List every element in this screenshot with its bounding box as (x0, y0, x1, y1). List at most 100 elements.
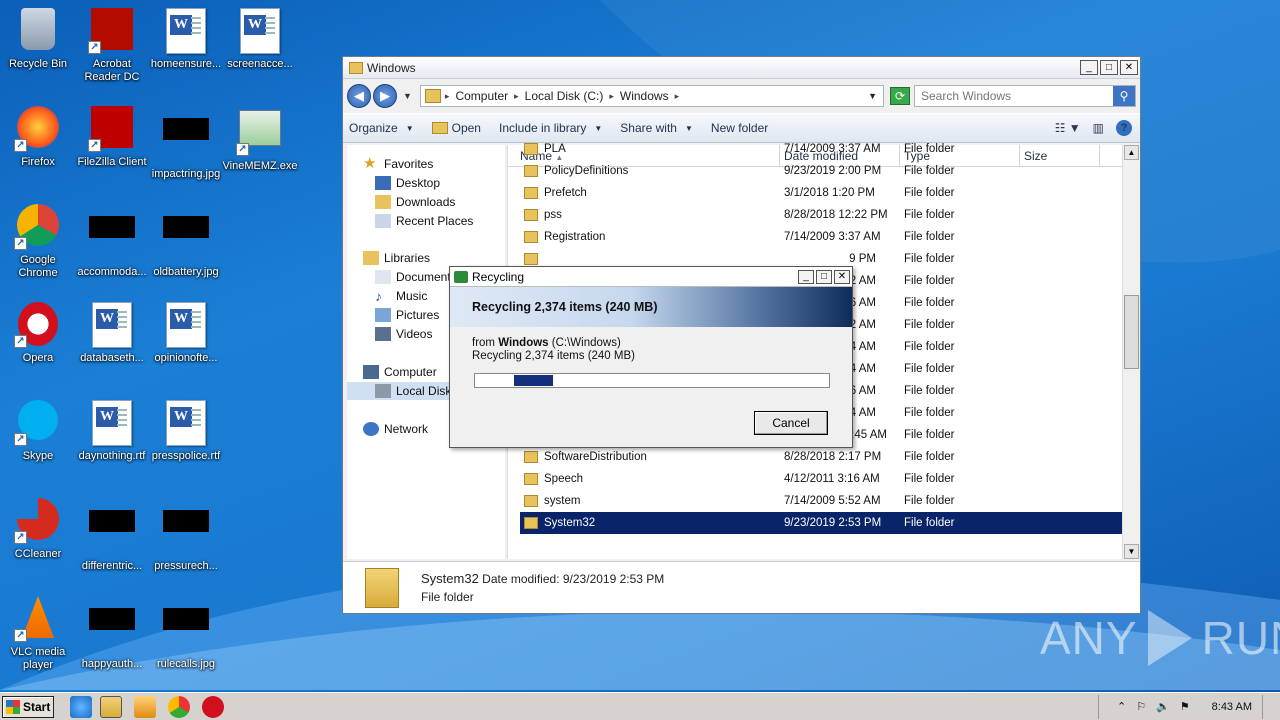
cancel-button[interactable]: Cancel (754, 411, 828, 435)
nav-videos[interactable]: Videos (375, 325, 432, 343)
table-row[interactable]: SoftwareDistribution 8/28/2018 2:17 PM Fil… (508, 446, 1124, 468)
include-in-library-button[interactable]: Include in library ▼ (499, 121, 602, 135)
start-button[interactable]: Start (2, 695, 54, 718)
desktop-icon-label: oldbattery.jpg (153, 266, 219, 278)
search-box[interactable]: ⚲ (914, 85, 1136, 107)
desktop-icon-databaseth[interactable]: Wdatabaseth... (74, 302, 150, 365)
organize-button[interactable]: Organize ▼ (349, 121, 414, 135)
table-row[interactable]: Registration 7/14/2009 3:37 AM File folder (508, 226, 1124, 248)
back-icon[interactable]: ◀ (347, 84, 371, 108)
explorer-taskbar-icon[interactable] (100, 695, 122, 718)
desktop-icon-opera[interactable]: ↗ Opera (0, 302, 76, 365)
scroll-down-icon[interactable]: ▼ (1124, 544, 1139, 559)
breadcrumb[interactable]: ▸ Computer ▸ Local Disk (C:) ▸ Windows ▸… (419, 85, 884, 107)
opera-taskbar-icon[interactable] (202, 695, 224, 718)
scrollbar-thumb[interactable] (1124, 295, 1139, 369)
ccleaner-icon: ↗ (14, 498, 62, 544)
nav-pictures[interactable]: Pictures (375, 306, 439, 324)
clock[interactable]: 8:43 AM (1212, 701, 1252, 713)
table-row[interactable]: system 7/14/2009 5:52 AM File folder (508, 490, 1124, 512)
nav-computer[interactable]: Computer (363, 363, 437, 381)
desktop-icon-happyauth[interactable]: happyauth... (74, 596, 150, 671)
details-pane: System32 Date modified: 9/23/2019 2:53 P… (343, 561, 1140, 613)
action-center-icon[interactable]: ⚐ (1136, 700, 1146, 713)
desktop-icon-opinionofte[interactable]: Wopinionofte... (148, 302, 224, 365)
dialog-minimize-button[interactable]: _ (798, 269, 814, 284)
desktop-icon-firefox[interactable]: ↗ Firefox (0, 106, 76, 169)
desktop-icon-vinememz-exe[interactable]: ↗ VineMEMZ.exe (222, 106, 298, 173)
share-with-button[interactable]: Share with ▼ (620, 121, 693, 135)
breadcrumb-windows[interactable]: Windows (620, 89, 669, 103)
recent-places-icon (375, 214, 391, 228)
desktop-icon-presspolice-rtf[interactable]: Wpresspolice.rtf (148, 400, 224, 463)
chrome-icon: ↗ (14, 204, 62, 250)
tray-expand-icon[interactable]: ⌃ (1117, 700, 1126, 713)
help-icon[interactable]: ? (1116, 120, 1132, 136)
recycling-dialog[interactable]: Recycling _ □ ✕ Recycling 2,374 items (2… (449, 266, 853, 448)
network-tray-icon[interactable]: ⚑ (1180, 700, 1190, 713)
desktop-icon-rulecalls-jpg[interactable]: rulecalls.jpg (148, 596, 224, 671)
cell-type: File folder (904, 165, 955, 177)
scroll-up-icon[interactable]: ▲ (1124, 145, 1139, 160)
desktop-icon-filezilla-client[interactable]: ↗ FileZilla Client (74, 106, 150, 169)
desktop-icon-daynothing-rtf[interactable]: Wdaynothing.rtf (74, 400, 150, 463)
ie-icon[interactable] (70, 695, 92, 718)
desktop-icon-impactring-jpg[interactable]: impactring.jpg (148, 106, 224, 181)
desktop-icon-google-chrome[interactable]: ↗ Google Chrome (0, 204, 76, 280)
nav-recent-places[interactable]: Recent Places (375, 212, 473, 230)
refresh-icon[interactable]: ⟳ (890, 87, 910, 105)
dialog-maximize-button[interactable]: □ (816, 269, 832, 284)
desktop-icon-vlc-media-player[interactable]: ↗ VLC media player (0, 596, 76, 672)
volume-icon[interactable]: 🔈 (1156, 700, 1170, 713)
chrome-taskbar-icon[interactable] (168, 695, 190, 718)
desktop-icon-differentric[interactable]: differentric... (74, 498, 150, 573)
nav-libraries[interactable]: Libraries (363, 249, 430, 267)
nav-music[interactable]: ♪ Music (375, 287, 427, 305)
dialog-close-button[interactable]: ✕ (834, 269, 850, 284)
desktop-icon-screenacce[interactable]: Wscreenacce... (222, 8, 298, 71)
table-row[interactable]: Prefetch 3/1/2018 1:20 PM File folder (508, 182, 1124, 204)
table-row[interactable]: PLA 7/14/2009 3:37 AM File folder (508, 138, 1124, 160)
shortcut-arrow-icon: ↗ (14, 433, 27, 446)
media-player-icon[interactable] (134, 695, 156, 718)
breadcrumb-computer[interactable]: Computer (455, 89, 508, 103)
desktop-icon-acrobat-reader-dc[interactable]: ↗ Acrobat Reader DC (74, 8, 150, 84)
nav-downloads[interactable]: Downloads (375, 193, 455, 211)
nav-documents[interactable]: Documents (375, 268, 457, 286)
opera-icon: ↗ (14, 302, 62, 348)
table-row[interactable]: PolicyDefinitions 9/23/2019 2:00 PM File f… (508, 160, 1124, 182)
table-row-selected[interactable]: System32 9/23/2019 2:53 PM File folder (520, 512, 1124, 534)
desktop-icon-homeensure[interactable]: Whomeensure... (148, 8, 224, 71)
desktop-icon-pressurech[interactable]: pressurech... (148, 498, 224, 573)
nav-favorites[interactable]: ★ Favorites (363, 155, 433, 173)
address-dropdown-icon[interactable]: ▼ (868, 91, 877, 101)
search-input[interactable] (915, 89, 1113, 103)
close-button[interactable]: ✕ (1120, 60, 1138, 75)
minimize-button[interactable]: _ (1080, 60, 1098, 75)
nav-desktop[interactable]: Desktop (375, 174, 440, 192)
vertical-scrollbar[interactable]: ▲ ▼ (1122, 145, 1139, 559)
desktop-icon-recycle-bin[interactable]: Recycle Bin (0, 8, 76, 71)
cell-type: File folder (904, 187, 955, 199)
history-dropdown-icon[interactable]: ▼ (403, 91, 412, 101)
desktop-icon-skype[interactable]: ↗ Skype (0, 400, 76, 463)
breadcrumb-local-disk[interactable]: Local Disk (C:) (525, 89, 604, 103)
table-row[interactable]: pss 8/28/2018 12:22 PM File folder (508, 204, 1124, 226)
maximize-button[interactable]: □ (1100, 60, 1118, 75)
desktop-icon-label: homeensure... (150, 58, 222, 70)
dialog-titlebar[interactable]: Recycling _ □ ✕ (450, 267, 852, 287)
open-button[interactable]: Open (431, 121, 481, 135)
new-folder-button[interactable]: New folder (711, 121, 768, 135)
shortcut-arrow-icon: ↗ (88, 139, 101, 152)
explorer-titlebar[interactable]: Windows _ □ ✕ (343, 57, 1140, 79)
desktop-icon-accommoda[interactable]: accommoda... (74, 204, 150, 279)
preview-pane-icon[interactable]: ▥ (1093, 121, 1104, 135)
desktop-icon-oldbattery-jpg[interactable]: oldbattery.jpg (148, 204, 224, 279)
table-row[interactable]: Speech 4/12/2011 3:16 AM File folder (508, 468, 1124, 490)
search-icon[interactable]: ⚲ (1113, 86, 1135, 106)
forward-icon[interactable]: ▶ (373, 84, 397, 108)
desktop-icon-ccleaner[interactable]: ↗ CCleaner (0, 498, 76, 561)
show-desktop-button[interactable] (1262, 694, 1272, 719)
view-options-icon[interactable]: ☷ ▼ (1055, 121, 1081, 135)
nav-network[interactable]: Network (363, 420, 428, 438)
